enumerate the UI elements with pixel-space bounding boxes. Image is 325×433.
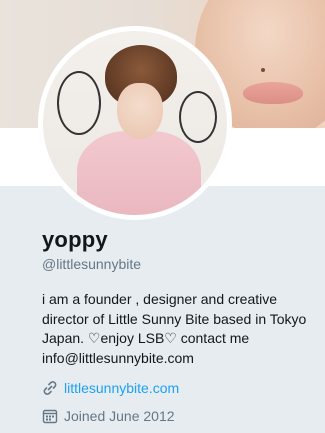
profile-joined-date: Joined June 2012 [64, 408, 175, 424]
avatar-photo [43, 31, 227, 215]
avatar-body [77, 131, 201, 215]
profile-handle[interactable]: @littlesunnybite [42, 256, 141, 272]
banner-lips-shape [243, 82, 303, 104]
profile-avatar[interactable] [38, 26, 232, 220]
profile-website-row[interactable]: littlesunnybite.com [42, 380, 179, 396]
banner-mole-shape [261, 68, 265, 72]
avatar-face [117, 83, 163, 139]
link-icon [42, 380, 58, 396]
avatar-doodle-left [57, 71, 101, 135]
profile-name: yoppy [42, 227, 108, 252]
profile-bio: i am a founder , designer and creative d… [42, 291, 307, 366]
profile-joined-row: Joined June 2012 [42, 408, 175, 424]
calendar-icon [42, 408, 58, 424]
profile-website-link[interactable]: littlesunnybite.com [64, 380, 179, 396]
avatar-doodle-right [179, 91, 217, 143]
